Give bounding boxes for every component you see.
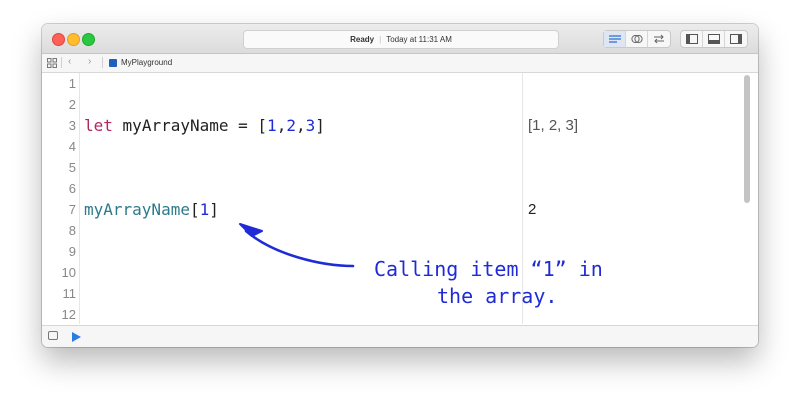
- back-chevron-icon[interactable]: ‹: [68, 56, 71, 67]
- jump-bar: ‹ › MyPlayground: [42, 54, 758, 73]
- panel-toggle-group: [680, 30, 748, 48]
- playground-file-icon: [109, 59, 117, 67]
- status-time: Today at 11:31 AM: [386, 35, 452, 44]
- version-editor-button[interactable]: [648, 31, 670, 47]
- bottom-panel-icon: [707, 34, 720, 44]
- show-debug-area-icon[interactable]: [48, 331, 58, 340]
- bottom-bar: [42, 325, 758, 347]
- activity-status: Ready | Today at 11:31 AM: [243, 30, 559, 49]
- status-state: Ready: [350, 35, 375, 44]
- annotation-text-line-2: the array.: [437, 284, 558, 308]
- related-items-grid-icon[interactable]: [47, 58, 57, 68]
- annotation-arrow: [239, 223, 355, 268]
- standard-editor-button[interactable]: [604, 31, 626, 47]
- venn-icon: [630, 34, 643, 44]
- toggle-navigator-button[interactable]: [681, 31, 703, 47]
- arrows-swap-icon: [654, 34, 664, 44]
- forward-chevron-icon[interactable]: ›: [88, 56, 91, 67]
- zoom-window-button[interactable]: [82, 33, 95, 46]
- editor-mode-group: [603, 30, 671, 48]
- toggle-inspector-button[interactable]: [725, 31, 747, 47]
- title-bar: Ready | Today at 11:31 AM: [42, 24, 758, 54]
- lines-icon: [608, 34, 621, 43]
- close-window-button[interactable]: [52, 33, 65, 46]
- toggle-debug-area-button[interactable]: [703, 31, 725, 47]
- assistant-editor-button[interactable]: [626, 31, 648, 47]
- run-playground-play-icon[interactable]: [72, 332, 81, 342]
- playground-window: Ready | Today at 11:31 AM ‹ › MyPlaygrou…: [42, 24, 758, 347]
- left-panel-icon: [685, 34, 698, 44]
- annotation-text-line-1: Calling item “1” in: [374, 257, 603, 281]
- code-editor[interactable]: 1 2 3 4 5 6 7 8 9 10 11 12 let myArrayNa…: [42, 73, 758, 324]
- breadcrumb-file[interactable]: MyPlayground: [121, 58, 172, 67]
- right-panel-icon: [730, 34, 742, 44]
- minimize-window-button[interactable]: [67, 33, 80, 46]
